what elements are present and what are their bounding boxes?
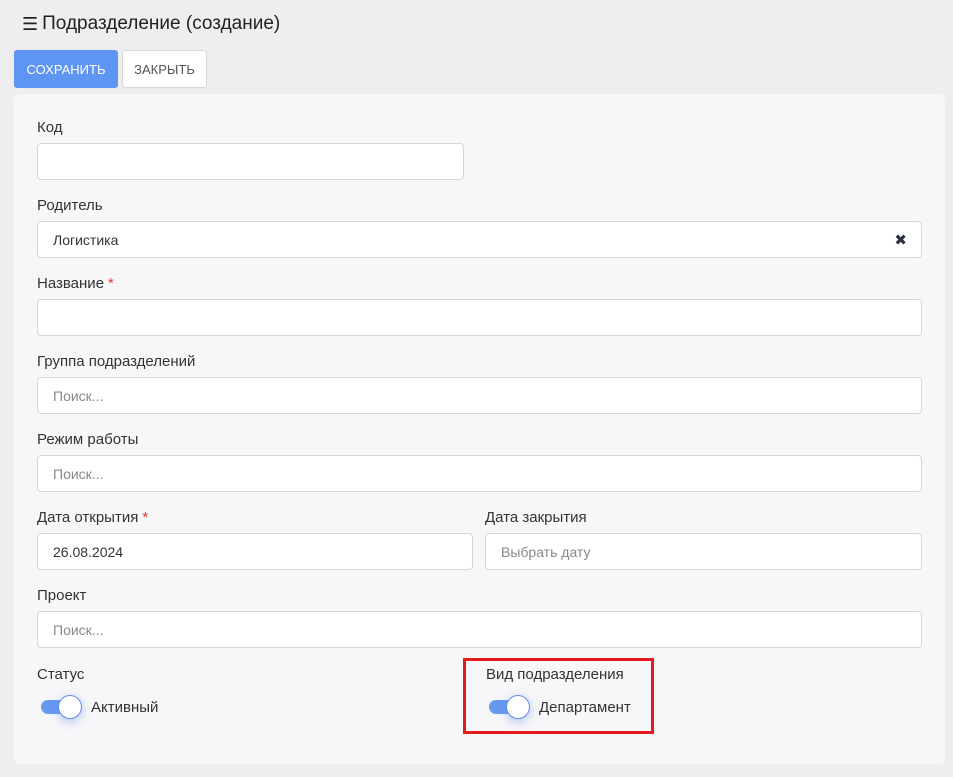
required-mark: * <box>108 275 114 292</box>
clear-icon[interactable]: ✖ <box>894 231 907 249</box>
menu-icon[interactable]: ☰ <box>22 14 38 35</box>
close-date-label-text: Дата закрытия <box>485 509 587 526</box>
status-toggle-text: Активный <box>91 698 159 716</box>
project-placeholder: Поиск... <box>53 621 104 638</box>
open-date-label-text: Дата открытия <box>37 509 139 526</box>
toggle-knob <box>58 695 82 719</box>
schedule-label: Режим работы <box>37 431 138 448</box>
required-mark: * <box>142 509 149 526</box>
page-title: Подразделение (создание) <box>42 13 281 34</box>
code-label-text: Код <box>37 119 63 136</box>
open-date-label: Дата открытия * <box>37 509 148 526</box>
status-toggle-row: Активный <box>39 695 158 719</box>
status-toggle[interactable] <box>39 695 83 719</box>
parent-label: Родитель <box>37 197 103 214</box>
name-input[interactable] <box>37 299 922 336</box>
page-header: ☰ Подразделение (создание) <box>14 6 288 42</box>
close-button[interactable]: ЗАКРЫТЬ <box>122 50 207 88</box>
name-label: Название * <box>37 275 114 292</box>
group-label: Группа подразделений <box>37 353 195 370</box>
schedule-label-text: Режим работы <box>37 431 139 448</box>
project-select[interactable]: Поиск... <box>37 611 922 648</box>
group-placeholder: Поиск... <box>53 387 104 404</box>
schedule-select[interactable]: Поиск... <box>37 455 922 492</box>
schedule-placeholder: Поиск... <box>53 465 104 482</box>
save-button[interactable]: СОХРАНИТЬ <box>14 50 118 88</box>
open-date-value: 26.08.2024 <box>53 543 124 560</box>
group-label-text: Группа подразделений <box>37 353 196 370</box>
parent-select[interactable]: Логистика ✖ <box>37 221 922 258</box>
close-date-input[interactable]: Выбрать дату <box>485 533 922 570</box>
code-label: Код <box>37 119 63 136</box>
open-date-input[interactable]: 26.08.2024 <box>37 533 473 570</box>
highlight-box <box>463 658 654 734</box>
close-date-placeholder: Выбрать дату <box>501 543 591 560</box>
code-input[interactable] <box>37 143 464 180</box>
name-label-text: Название <box>37 275 105 292</box>
status-label: Статус <box>37 666 84 683</box>
parent-label-text: Родитель <box>37 197 103 214</box>
project-label-text: Проект <box>37 587 87 604</box>
status-label-text: Статус <box>37 666 85 683</box>
close-date-label: Дата закрытия <box>485 509 587 526</box>
group-select[interactable]: Поиск... <box>37 377 922 414</box>
project-label: Проект <box>37 587 86 604</box>
toolbar: СОХРАНИТЬ ЗАКРЫТЬ <box>14 50 207 88</box>
parent-value: Логистика <box>53 231 119 248</box>
